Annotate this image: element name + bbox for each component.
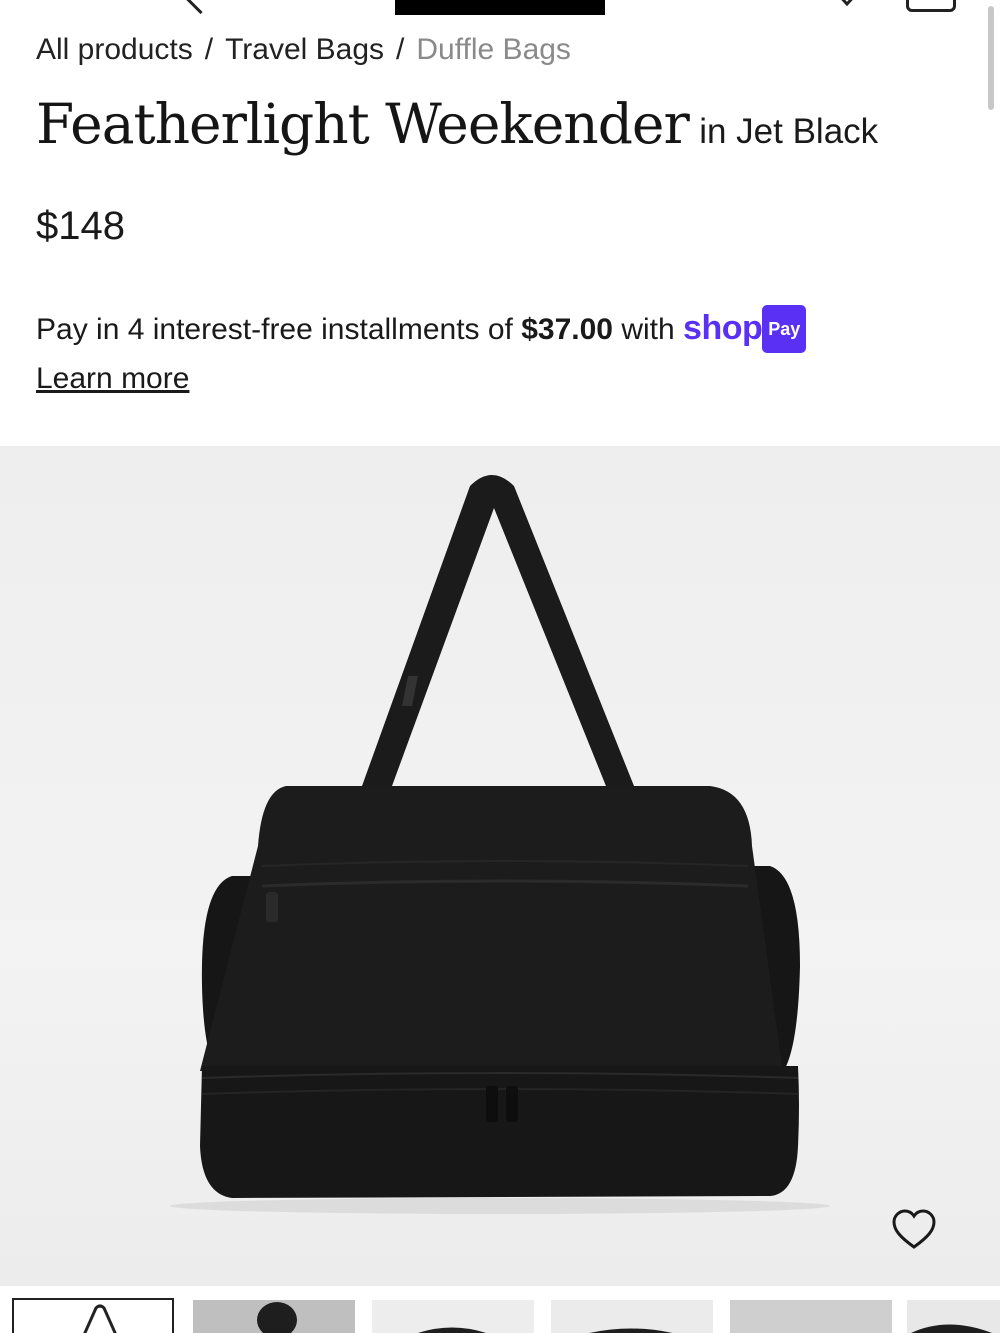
installments-text: Pay in 4 interest-free installments of — [36, 313, 513, 346]
thumbnail-1[interactable] — [12, 1298, 174, 1333]
shop-pay-logo: shop — [683, 309, 763, 347]
breadcrumb-item-all-products[interactable]: All products — [36, 33, 193, 66]
product-heading: Featherlight Weekender in Jet Black — [36, 92, 878, 156]
breadcrumb-item-duffle-bags[interactable]: Duffle Bags — [416, 33, 571, 66]
product-image[interactable] — [0, 446, 1000, 1286]
page-scrollbar[interactable] — [988, 6, 994, 110]
thumbnail-4[interactable] — [551, 1300, 713, 1333]
shop-pay-installments: Pay in 4 interest-free installments of $… — [36, 305, 956, 401]
breadcrumb: All products / Travel Bags / Duffle Bags — [36, 26, 571, 66]
learn-more-link[interactable]: Learn more — [36, 357, 189, 401]
thumbnail-strip — [0, 1298, 1000, 1333]
installment-amount: $37.00 — [521, 313, 613, 346]
installments-with: with — [621, 313, 675, 346]
bag-illustration — [170, 475, 830, 1214]
breadcrumb-item-travel-bags[interactable]: Travel Bags — [225, 33, 384, 66]
top-nav-bar — [0, 0, 1000, 20]
product-color: in Jet Black — [699, 112, 879, 151]
breadcrumb-separator: / — [396, 33, 405, 66]
shopping-bag-icon[interactable] — [906, 0, 956, 12]
brand-logo[interactable] — [395, 0, 605, 15]
heart-icon[interactable] — [834, 0, 860, 6]
product-price: $148 — [36, 204, 125, 248]
thumbnail-5[interactable] — [730, 1300, 892, 1333]
favorite-heart-icon[interactable] — [890, 1206, 938, 1254]
breadcrumb-separator: / — [204, 33, 214, 66]
thumbnail-3[interactable] — [372, 1300, 534, 1333]
product-title: Featherlight Weekender — [36, 92, 690, 156]
shop-pay-badge: Pay — [762, 305, 807, 353]
thumbnail-6[interactable] — [907, 1300, 1000, 1333]
back-chevron-icon[interactable] — [182, 0, 219, 15]
thumbnail-2[interactable] — [193, 1300, 355, 1333]
